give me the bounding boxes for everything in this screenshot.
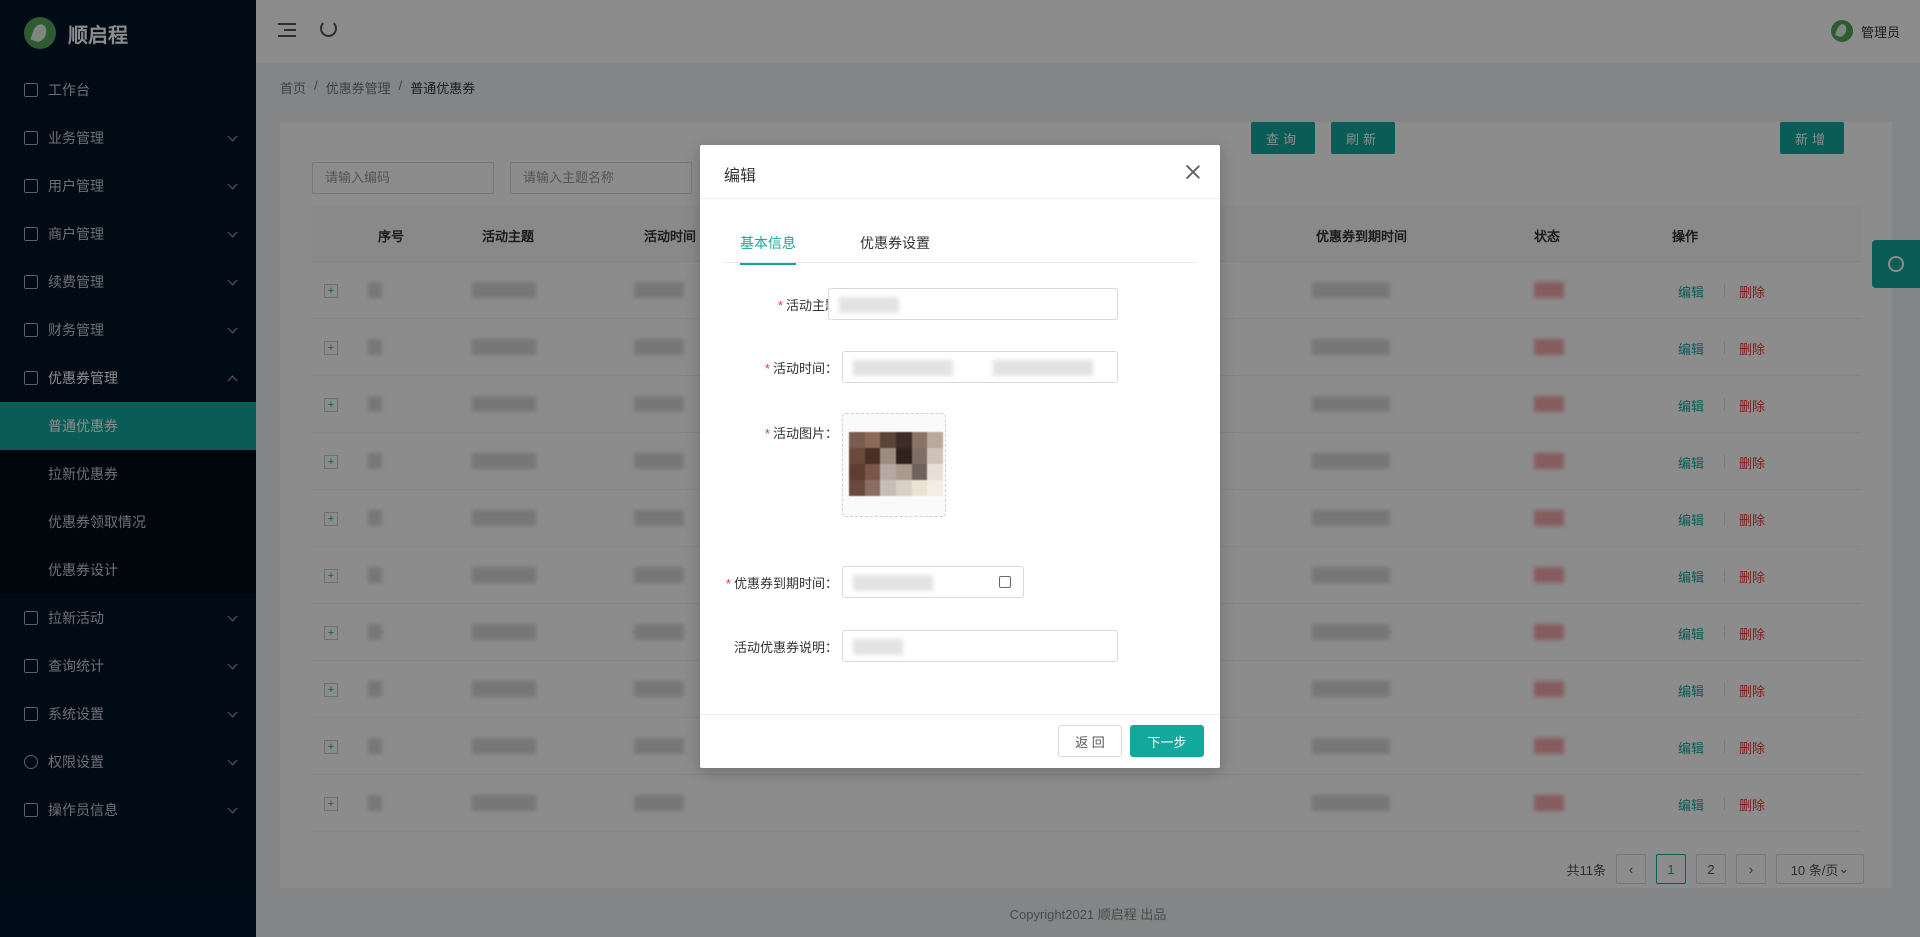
expire-label: * 优惠券到期时间： xyxy=(725,576,838,591)
close-icon[interactable] xyxy=(1186,165,1200,179)
dialog-footer: 返 回 下一步 xyxy=(700,714,1220,768)
dialog-tabs: 基本信息 优惠券设置 xyxy=(724,227,1196,265)
description-textarea[interactable] xyxy=(842,630,1118,662)
topic-field[interactable] xyxy=(828,288,1118,320)
tab-coupon-settings[interactable]: 优惠券设置 xyxy=(860,233,930,263)
back-button[interactable]: 返 回 xyxy=(1058,725,1122,757)
time-label: * 活动时间： xyxy=(764,361,838,376)
image-uploader[interactable] xyxy=(842,413,946,517)
tab-basic-info[interactable]: 基本信息 xyxy=(740,233,796,265)
desc-label: 活动优惠券说明： xyxy=(733,640,838,655)
topic-label: * 活动主题 xyxy=(777,298,838,313)
activity-image-thumbnail xyxy=(849,432,943,496)
dialog-header: 编辑 xyxy=(700,145,1220,199)
next-step-button[interactable]: 下一步 xyxy=(1130,725,1204,757)
dialog-title: 编辑 xyxy=(724,168,757,185)
time-range-field[interactable] xyxy=(842,351,1118,383)
edit-dialog: 编辑 基本信息 优惠券设置 * 活动主题 * 活动时间： * 活动图片： * 优惠券到期… xyxy=(700,145,1220,768)
calendar-icon xyxy=(999,576,1011,588)
image-label: * 活动图片： xyxy=(764,426,838,441)
expire-date-picker[interactable] xyxy=(842,566,1024,598)
